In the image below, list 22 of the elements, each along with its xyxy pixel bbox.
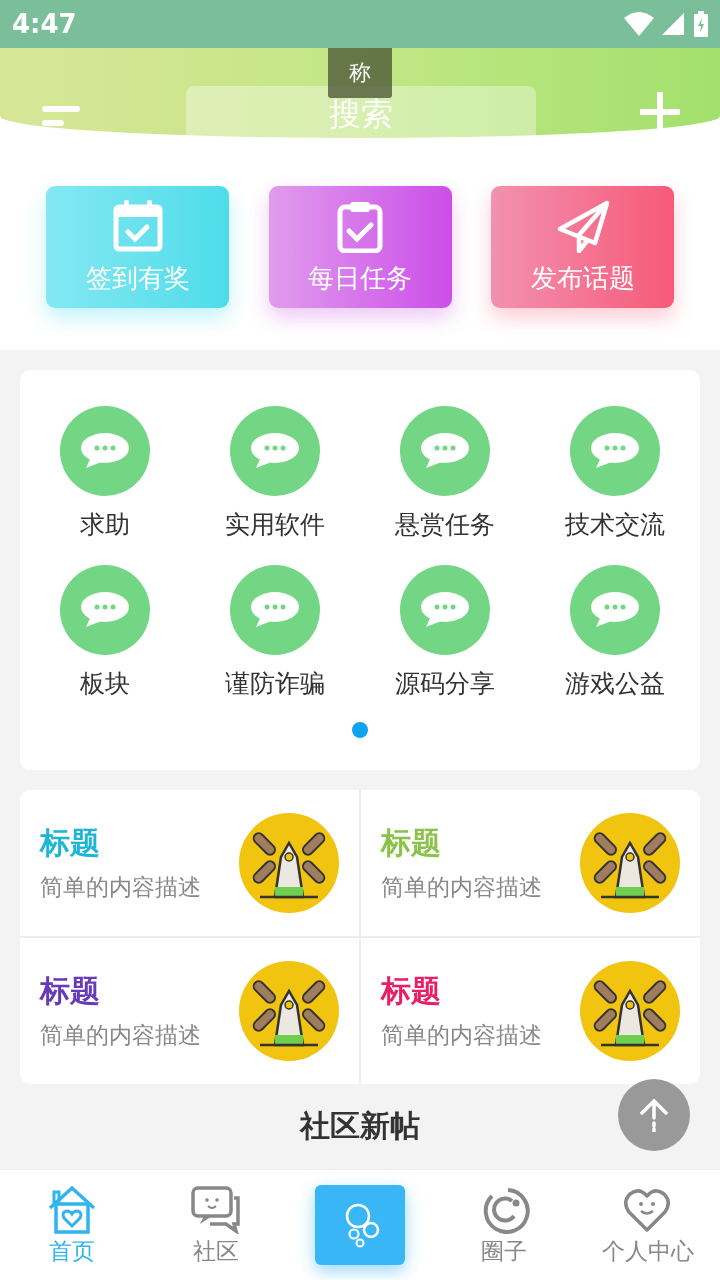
feature-title: 标题 — [381, 972, 442, 1010]
nav-tab[interactable]: 个人中心 — [576, 1183, 720, 1267]
nav-tab[interactable]: 圈子 — [432, 1183, 576, 1267]
category-label[interactable]: 源码分享 — [395, 667, 495, 700]
feature-description: 简单的内容描述 — [40, 1021, 201, 1050]
category-label[interactable]: 求助 — [80, 508, 130, 541]
feature-title: 标题 — [381, 824, 442, 862]
category-label[interactable]: 谨防诈骗 — [225, 667, 325, 700]
feature-description: 简单的内容描述 — [381, 873, 542, 902]
status-time: 4:47 — [12, 9, 77, 39]
feature-title: 标题 — [40, 972, 101, 1010]
feature-description: 简单的内容描述 — [40, 873, 201, 902]
feature-description: 简单的内容描述 — [381, 1021, 542, 1050]
nav-tab[interactable]: 社区 — [144, 1183, 288, 1267]
category-label[interactable]: 板块 — [80, 667, 130, 700]
category-label[interactable]: 实用软件 — [225, 508, 325, 541]
section-title: 社区新帖 — [300, 1107, 420, 1145]
category-label[interactable]: 游戏公益 — [565, 667, 665, 700]
category-label[interactable]: 悬赏任务 — [395, 508, 495, 541]
tooltip: 称 — [328, 48, 392, 98]
category-label[interactable]: 技术交流 — [565, 508, 665, 541]
feature-title: 标题 — [40, 824, 101, 862]
